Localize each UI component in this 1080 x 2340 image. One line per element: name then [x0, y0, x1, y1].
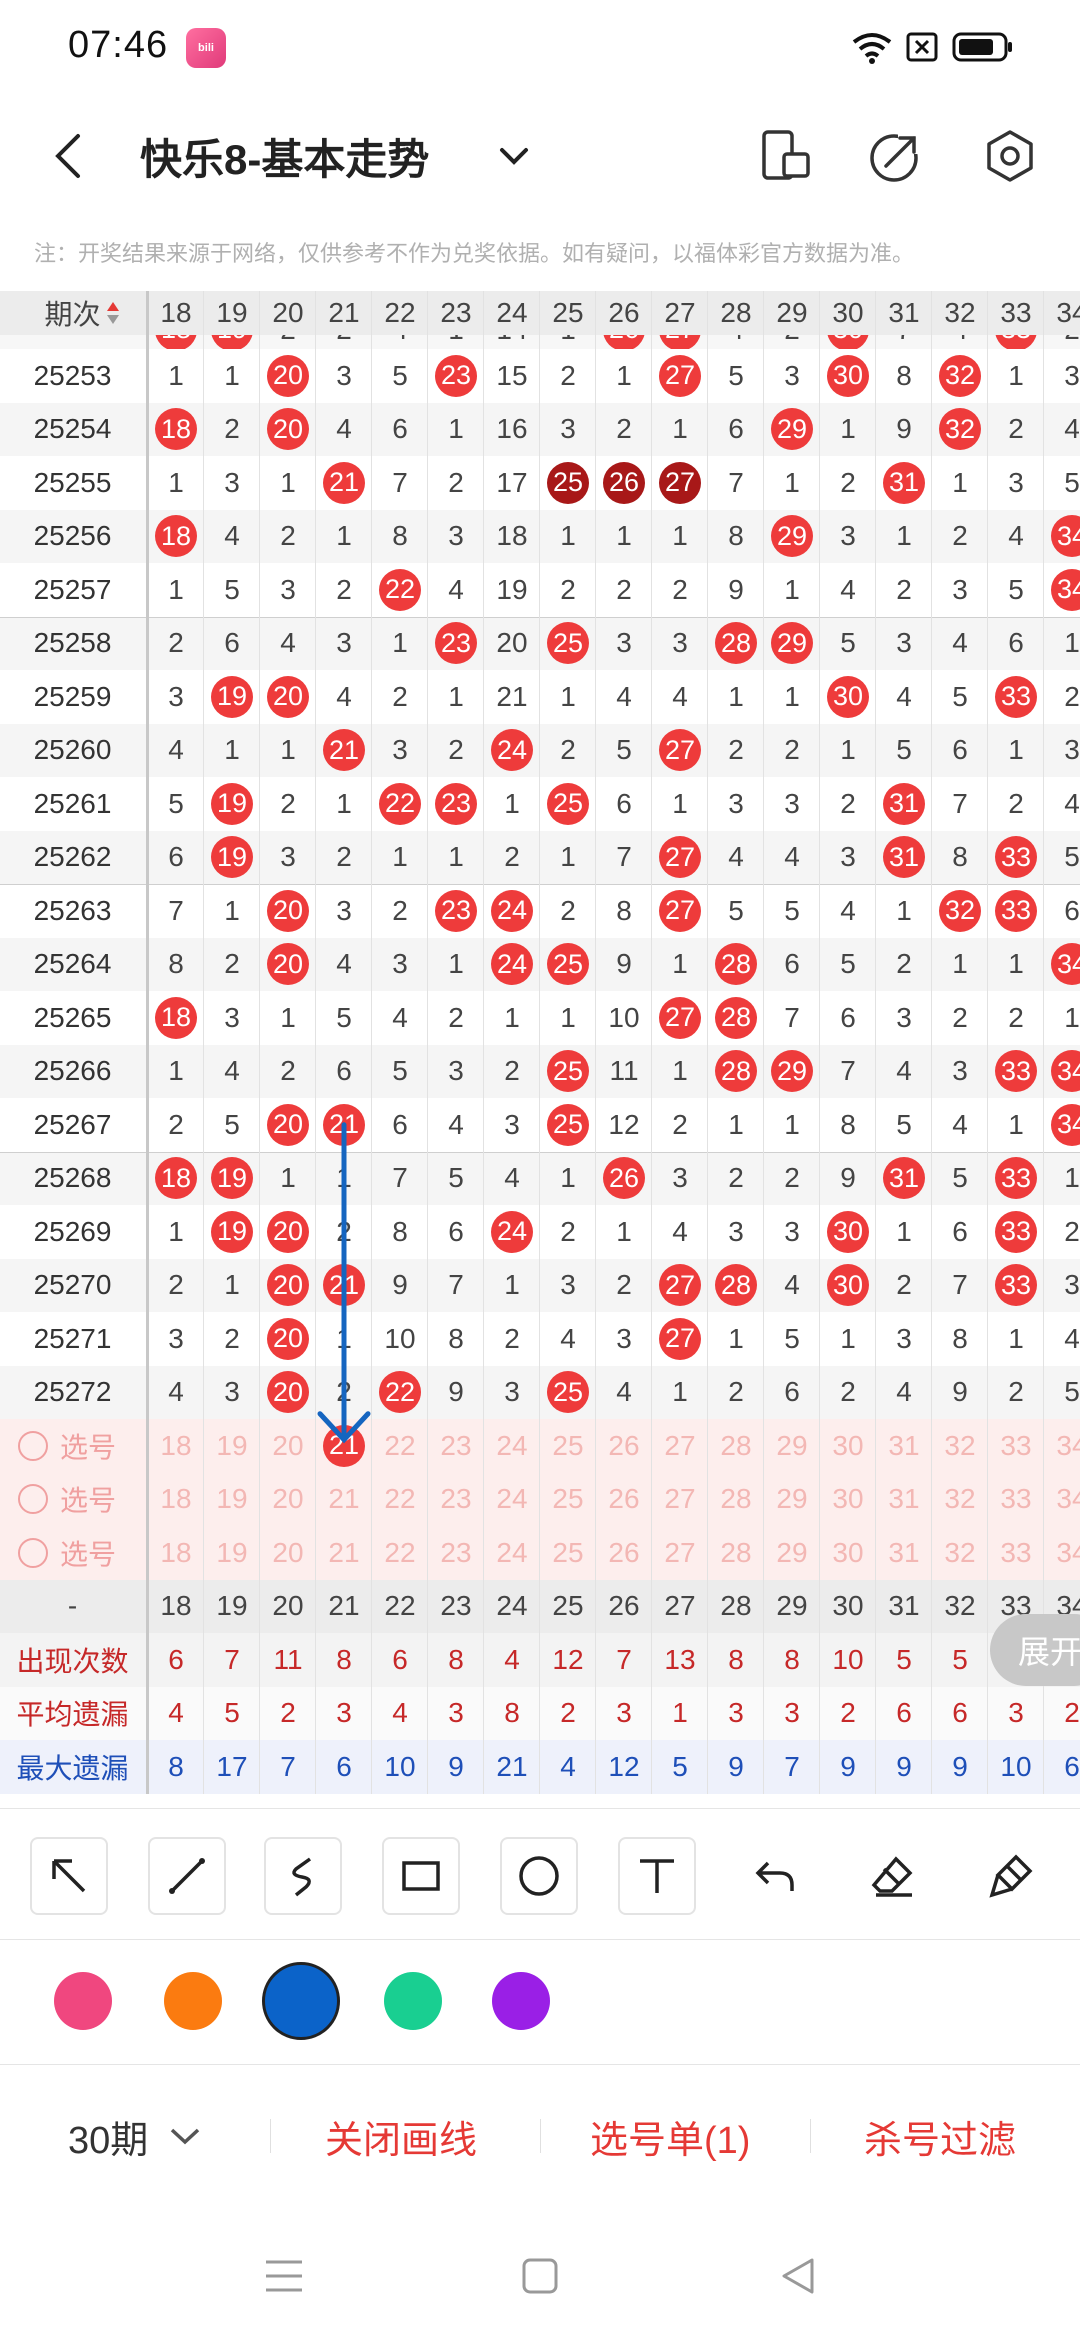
arrow-stroke — [317, 1122, 371, 1444]
color-palette — [0, 1938, 1080, 2065]
rect-tool-button[interactable] — [382, 1837, 460, 1915]
chevron-down-icon[interactable] — [168, 2124, 202, 2148]
eraser-icon — [871, 1856, 913, 1897]
bottom-action-bar: 30期 关闭画线 选号单(1) 杀号过滤 — [0, 2064, 1080, 2204]
divider — [810, 2119, 811, 2153]
page-title[interactable]: 快乐8-基本走势 — [140, 126, 429, 187]
status-time: 07:46 — [68, 24, 169, 66]
menu-icon[interactable] — [262, 2256, 306, 2296]
curve-tool-button[interactable] — [264, 1837, 342, 1915]
trend-grid: 期次18192021222324252627282930313233341819… — [0, 291, 1080, 1808]
line-icon — [169, 1858, 205, 1894]
freehand-icon — [292, 1857, 312, 1897]
drawn-arrow — [317, 1122, 371, 1444]
color-swatch[interactable] — [384, 1972, 442, 2030]
pointer-tool-button[interactable] — [30, 1837, 108, 1915]
app-notification-icon: bili — [186, 28, 226, 68]
text-tool-button[interactable] — [618, 1837, 696, 1915]
chevron-down-icon[interactable] — [484, 126, 544, 186]
undo-button[interactable] — [736, 1837, 814, 1915]
wifi-icon — [852, 33, 892, 64]
brush-icon — [989, 1854, 1033, 1898]
close-draw-button[interactable]: 关闭画线 — [325, 2109, 477, 2164]
back-nav-icon[interactable] — [778, 2254, 818, 2298]
pick-list-button[interactable]: 选号单(1) — [590, 2109, 750, 2164]
line-tool-button[interactable] — [148, 1837, 226, 1915]
clear-brush-button[interactable] — [972, 1837, 1050, 1915]
settings-icon[interactable] — [980, 126, 1040, 186]
period-select[interactable]: 30期 — [68, 2109, 148, 2164]
divider — [270, 2119, 271, 2153]
expand-button[interactable]: 展开 — [990, 1614, 1080, 1686]
battery-icon — [952, 32, 1012, 62]
color-swatch[interactable] — [54, 1972, 112, 2030]
sim-icon — [906, 32, 938, 62]
color-swatch[interactable] — [262, 1962, 340, 2040]
color-swatch[interactable] — [492, 1972, 550, 2030]
circle-icon — [519, 1856, 559, 1896]
system-nav-bar — [0, 2220, 1080, 2340]
divider — [540, 2119, 541, 2153]
home-icon[interactable] — [520, 2256, 560, 2296]
share-icon[interactable] — [864, 126, 924, 186]
disclaimer-notice: 注：开奖结果来源于网络，仅供参考不作为兑奖依据。如有疑问，以福体彩官方数据为准。 — [34, 241, 915, 266]
undo-icon — [755, 1861, 794, 1891]
text-icon — [640, 1859, 674, 1893]
status-bar: 07:46 bili — [0, 0, 1080, 96]
color-swatch[interactable] — [164, 1972, 222, 2030]
arrow-select-icon — [52, 1859, 86, 1893]
back-icon[interactable] — [40, 126, 100, 186]
kill-filter-button[interactable]: 杀号过滤 — [864, 2109, 1016, 2164]
app-header: 快乐8-基本走势 — [0, 96, 1080, 221]
draw-toolbar — [0, 1808, 1080, 1940]
screen-rotate-icon[interactable] — [756, 126, 816, 186]
circle-tool-button[interactable] — [500, 1837, 578, 1915]
rectangle-icon — [402, 1861, 440, 1891]
eraser-button[interactable] — [854, 1837, 932, 1915]
